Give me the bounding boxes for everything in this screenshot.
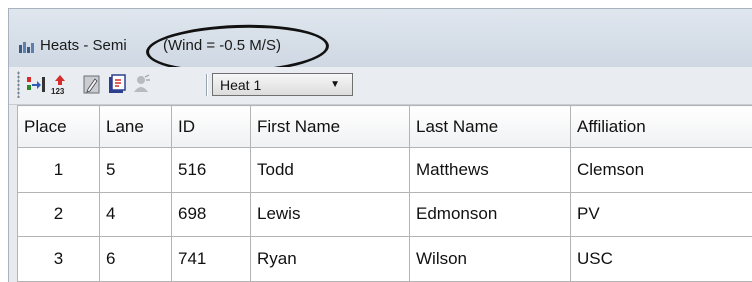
- column-header-lane[interactable]: Lane: [100, 106, 172, 148]
- heats-app-icon: [19, 42, 34, 53]
- cell-affiliation[interactable]: USC: [571, 237, 752, 282]
- cell-place[interactable]: 3: [18, 237, 100, 282]
- cell-last-name[interactable]: Wilson: [410, 237, 571, 282]
- results-table: Place Lane ID First Name Last Name Affil…: [17, 105, 752, 282]
- title-bar[interactable]: Heats - Semi(Wind = -0.5 M/S): [9, 9, 752, 67]
- assign-lanes-icon: [26, 74, 46, 95]
- column-header-place[interactable]: Place: [18, 106, 100, 148]
- cell-lane[interactable]: 4: [100, 192, 172, 237]
- cell-id[interactable]: 516: [172, 148, 251, 193]
- cell-place[interactable]: 2: [18, 192, 100, 237]
- cell-place[interactable]: 1: [18, 148, 100, 193]
- cell-lane[interactable]: 6: [100, 237, 172, 282]
- column-header-last-name[interactable]: Last Name: [410, 106, 571, 148]
- cell-affiliation[interactable]: Clemson: [571, 148, 752, 193]
- svg-text:123: 123: [51, 87, 65, 95]
- cell-first-name[interactable]: Ryan: [251, 237, 410, 282]
- sort-by-number-button[interactable]: 123: [50, 74, 70, 95]
- cell-affiliation[interactable]: PV: [571, 192, 752, 237]
- print-icon: [107, 74, 127, 95]
- heats-window: Heats - Semi(Wind = -0.5 M/S) 123: [8, 8, 752, 282]
- heat-select-value: Heat 1: [220, 77, 261, 93]
- cell-id[interactable]: 741: [172, 237, 251, 282]
- edit-icon: [82, 74, 102, 95]
- toolbar-grip[interactable]: [17, 71, 20, 98]
- column-header-first-name[interactable]: First Name: [251, 106, 410, 148]
- announce-button[interactable]: [131, 74, 151, 95]
- toolbar-separator: [206, 74, 208, 96]
- column-header-id[interactable]: ID: [172, 106, 251, 148]
- toolbar: 123 Heat 1 ▼: [9, 67, 752, 105]
- table-header-row: Place Lane ID First Name Last Name Affil…: [18, 106, 752, 148]
- cell-last-name[interactable]: Matthews: [410, 148, 571, 193]
- announce-icon: [131, 74, 151, 95]
- heat-select[interactable]: Heat 1 ▼: [212, 73, 353, 96]
- cell-first-name[interactable]: Lewis: [251, 192, 410, 237]
- table-row[interactable]: 2 4 698 Lewis Edmonson PV: [18, 192, 752, 237]
- table-row[interactable]: 3 6 741 Ryan Wilson USC: [18, 237, 752, 282]
- sort-123-icon: 123: [50, 74, 70, 95]
- column-header-affiliation[interactable]: Affiliation: [571, 106, 752, 148]
- assign-lanes-button[interactable]: [26, 74, 46, 95]
- cell-first-name[interactable]: Todd: [251, 148, 410, 193]
- print-button[interactable]: [107, 74, 127, 95]
- cell-lane[interactable]: 5: [100, 148, 172, 193]
- cell-last-name[interactable]: Edmonson: [410, 192, 571, 237]
- window-title-main: Heats - Semi: [40, 37, 159, 54]
- edit-button[interactable]: [82, 74, 102, 95]
- chevron-down-icon[interactable]: ▼: [330, 79, 340, 90]
- cell-id[interactable]: 698: [172, 192, 251, 237]
- table-row[interactable]: 1 5 516 Todd Matthews Clemson: [18, 148, 752, 193]
